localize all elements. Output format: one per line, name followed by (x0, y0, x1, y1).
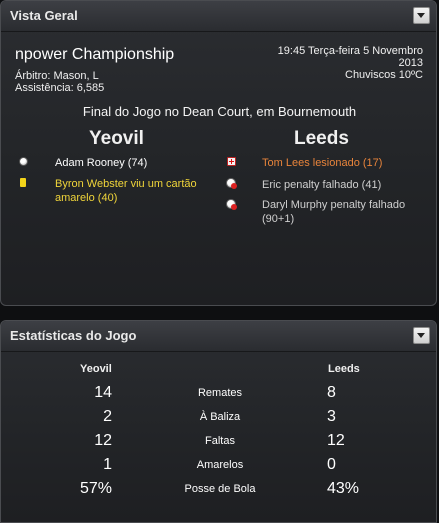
home-event-card-line2: amarelo (40) (55, 192, 118, 204)
stat-away-value: 0 (327, 456, 336, 473)
stat-home-value: 57% (79, 480, 112, 497)
stat-home-value: 14 (94, 384, 112, 401)
away-team-name: Leeds (294, 128, 349, 149)
stat-away-value: 8 (327, 384, 336, 401)
home-event-card-line1: Byron Webster viu um cartão (55, 178, 197, 190)
stats-dropdown-button[interactable] (413, 327, 430, 344)
stat-label: À Baliza (199, 411, 241, 423)
injury-cross-icon (227, 157, 236, 166)
match-venue-status: Final do Jogo no Dean Court, em Bournemo… (82, 104, 357, 119)
stat-label: Remates (197, 387, 243, 399)
stat-home-value: 2 (103, 408, 112, 425)
stat-label: Amarelos (196, 459, 244, 471)
goal-ball-icon (19, 157, 28, 166)
overview-panel-header: Vista Geral (1, 1, 436, 32)
overview-panel: Vista Geral npower Championship Árbitro:… (0, 0, 437, 306)
missed-penalty-icon (226, 178, 237, 189)
match-year: 2013 (398, 57, 423, 69)
match-datetime: 19:45 Terça-feira 5 Novembro (277, 45, 423, 57)
away-event-penalty-1: Eric penalty falhado (41) (262, 179, 382, 191)
stat-away-value: 43% (327, 480, 360, 497)
stats-panel-header: Estatísticas do Jogo (1, 321, 436, 352)
stats-panel-title: Estatísticas do Jogo (10, 328, 137, 343)
attendance-text: Assistência: 6,585 (15, 82, 105, 94)
home-team-name: Yeovil (89, 128, 144, 149)
overview-dropdown-button[interactable] (413, 7, 430, 24)
stat-home-value: 1 (103, 456, 112, 473)
away-event-penalty-2-line2: (90+1) (262, 213, 295, 225)
away-event-penalty-2-line1: Daryl Murphy penalty falhado (262, 199, 406, 211)
stats-away-team: Leeds (328, 363, 360, 375)
away-event-injury: Tom Lees lesionado (17) (262, 157, 383, 169)
home-event-goal: Adam Rooney (74) (55, 157, 148, 169)
stat-home-value: 12 (94, 432, 112, 449)
stat-away-value: 12 (327, 432, 345, 449)
referee-text: Árbitro: Mason, L (15, 70, 99, 82)
overview-panel-title: Vista Geral (10, 8, 78, 23)
stat-label: Posse de Bola (184, 483, 256, 495)
stat-label: Faltas (205, 435, 235, 447)
stat-away-value: 3 (327, 408, 336, 425)
weather-text: Chuviscos 10ºC (345, 69, 423, 81)
yellow-card-icon (20, 178, 26, 187)
competition-name: npower Championship (15, 46, 175, 63)
missed-penalty-icon (226, 199, 237, 210)
stats-home-team: Yeovil (80, 363, 112, 375)
